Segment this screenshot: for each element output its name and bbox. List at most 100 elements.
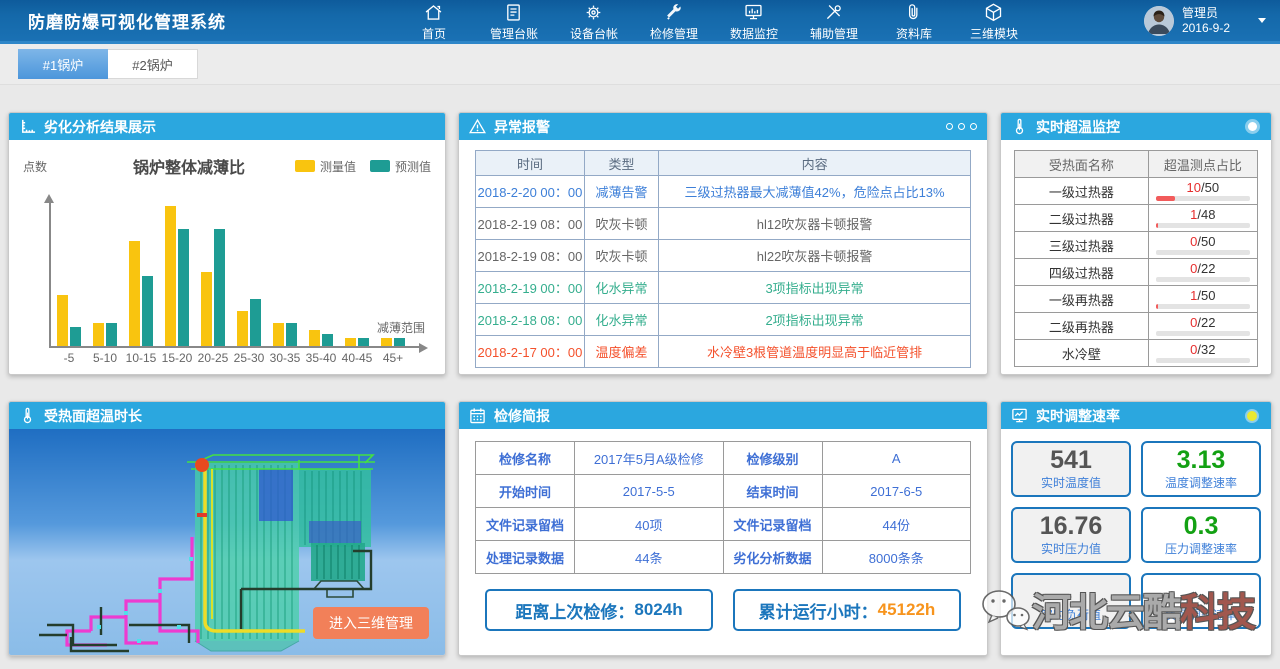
panel-alarms-header: 异常报警 [459, 113, 987, 140]
user-info[interactable]: 管理员 2016-9-2 [1144, 6, 1230, 36]
boiler-3d-view[interactable]: 进入三维管理 [9, 429, 445, 655]
rate-card-label: 实时压力值 [1041, 540, 1101, 557]
nav-item-5[interactable]: 辅助管理 [794, 0, 874, 42]
dot-icon[interactable] [970, 123, 977, 130]
x-tick-label: 10-15 [126, 351, 157, 365]
alarm-pagination-dots[interactable] [946, 123, 977, 130]
bar-group: 40-45 [345, 338, 369, 346]
maintenance-value: 40项 [575, 508, 724, 541]
rate-card-value: 541 [1050, 447, 1092, 473]
overtemp-row: 二级再热器0/22 [1015, 313, 1258, 340]
app-title: 防磨防爆可视化管理系统 [28, 8, 226, 33]
alarm-cell: 2018-2-18 08：00 [476, 304, 585, 336]
total-running-hours[interactable]: 累计运行小时：45122h [733, 589, 961, 631]
surface-name: 一级再热器 [1015, 286, 1149, 313]
chart-y-axis-title: 点数 [23, 158, 83, 175]
nav-item-2[interactable]: 设备台帐 [554, 0, 634, 42]
status-dot-icon[interactable] [1247, 411, 1257, 421]
surface-name: 一级过热器 [1015, 178, 1149, 205]
bar-group: 20-25 [201, 229, 225, 346]
alarm-cell: 3项指标出现异常 [659, 272, 971, 304]
legend-swatch [295, 160, 315, 172]
record-dot-icon[interactable] [1248, 122, 1257, 131]
alarm-cell: 化水异常 [584, 304, 658, 336]
nav-item-7[interactable]: 三维模块 [954, 0, 1034, 42]
alarm-cell: hl22吹灰器卡顿报警 [659, 240, 971, 272]
nav-item-3[interactable]: 检修管理 [634, 0, 714, 42]
alarm-cell: 2018-2-19 08：00 [476, 208, 585, 240]
overtemp-table-header: 受热面名称超温测点占比 [1015, 151, 1258, 178]
gear-icon [583, 2, 604, 23]
alarm-column-header: 内容 [659, 151, 971, 176]
bar-group: 10-15 [129, 241, 153, 346]
panel-abnormal-alarms: 异常报警 时间类型内容 2018-2-20 00：00减薄告警三级过热器最大减薄… [458, 112, 988, 375]
alarm-row[interactable]: 2018-2-19 08：00吹灰卡顿hl12吹灰器卡顿报警 [476, 208, 971, 240]
panel-title: 异常报警 [494, 117, 550, 137]
surface-name: 四级过热器 [1015, 259, 1149, 286]
overtemp-row: 水冷壁0/32 [1015, 340, 1258, 367]
overtemp-row: 三级过热器0/50 [1015, 232, 1258, 259]
panel-degradation-header: 劣化分析结果展示 [9, 113, 445, 140]
alarm-row[interactable]: 2018-2-19 08：00吹灰卡顿hl22吹灰器卡顿报警 [476, 240, 971, 272]
dot-icon[interactable] [958, 123, 965, 130]
x-tick-label: -5 [64, 351, 75, 365]
alarm-cell: 2018-2-20 00：00 [476, 176, 585, 208]
ledger-icon [503, 2, 524, 23]
bar [273, 323, 284, 346]
overtemp-progress-track [1156, 277, 1250, 282]
bar [129, 241, 140, 346]
nav-item-label: 三维模块 [970, 25, 1018, 42]
bar-group: 25-30 [237, 299, 261, 346]
overtemp-progress-track [1156, 331, 1250, 336]
legend-item: 测量值 [295, 158, 356, 175]
alarm-row[interactable]: 2018-2-17 00：00温度偏差水冷壁3根管道温度明显高于临近管排 [476, 336, 971, 368]
panel-maintenance-brief: 检修简报 检修名称2017年5月A级检修检修级别A开始时间2017-5-5结束时… [458, 401, 988, 656]
enter-3d-management-button[interactable]: 进入三维管理 [313, 607, 429, 639]
paperclip-icon [903, 2, 924, 23]
legend-item: 预测值 [370, 158, 431, 175]
chart-legend: 测量值预测值 [295, 158, 431, 175]
overtemp-column-header: 超温测点占比 [1148, 151, 1257, 178]
stat-label: 累计运行小时： [759, 598, 878, 623]
bar [201, 272, 212, 346]
surface-name: 二级再热器 [1015, 313, 1149, 340]
nav-item-4[interactable]: 数据监控 [714, 0, 794, 42]
maintenance-label: 检修名称 [476, 442, 575, 475]
bar [250, 299, 261, 346]
rate-card-label: 压力调整速率 [1165, 540, 1237, 557]
alarm-row[interactable]: 2018-2-18 08：00化水异常2项指标出现异常 [476, 304, 971, 336]
rate-card-label: 温度调整速率 [1165, 474, 1237, 491]
maintenance-value: 44条 [575, 541, 724, 574]
boiler-tab-strip: #1锅炉#2锅炉 [0, 44, 1280, 85]
hours-since-last-maintenance[interactable]: 距离上次检修：8024h [485, 589, 713, 631]
nav-item-6[interactable]: 资料库 [874, 0, 954, 42]
maintenance-label: 检修级别 [723, 442, 822, 475]
maintenance-label: 文件记录留档 [476, 508, 575, 541]
alarm-cell: 吹灰卡顿 [584, 208, 658, 240]
alarm-row[interactable]: 2018-2-20 00：00减薄告警三级过热器最大减薄值42%，危险点占比13… [476, 176, 971, 208]
bar [237, 311, 248, 346]
alarm-cell: 减薄告警 [584, 176, 658, 208]
overtemp-ratio: 0/22 [1148, 313, 1257, 340]
panel-3d-header: 受热面超温时长 [9, 402, 445, 429]
maintenance-value: A [822, 442, 971, 475]
maintenance-label: 开始时间 [476, 475, 575, 508]
nav-item-0[interactable]: 首页 [394, 0, 474, 42]
panel-degradation-analysis: 劣化分析结果展示 点数 锅炉整体减薄比 测量值预测值 减薄范围 -55-1010… [8, 112, 446, 375]
alarm-table-header: 时间类型内容 [476, 151, 971, 176]
x-tick-label: 15-20 [162, 351, 193, 365]
chevron-down-icon[interactable] [1258, 18, 1266, 23]
overtemp-ratio: 0/50 [1148, 232, 1257, 259]
overtemp-progress-track [1156, 304, 1250, 309]
bar [309, 330, 320, 346]
tab-boiler-2[interactable]: #2锅炉 [108, 49, 198, 79]
alarm-row[interactable]: 2018-2-19 00：00化水异常3项指标出现异常 [476, 272, 971, 304]
chart-x-axis-title: 减薄范围 [377, 319, 425, 336]
nav-item-label: 检修管理 [650, 25, 698, 42]
rate-card-label: 负荷调整速率 [1165, 606, 1237, 623]
tab-boiler-1[interactable]: #1锅炉 [18, 49, 108, 79]
nav-item-1[interactable]: 管理台账 [474, 0, 554, 42]
maintenance-stats: 距离上次检修：8024h 累计运行小时：45122h [475, 589, 971, 631]
dot-icon[interactable] [946, 123, 953, 130]
bar [358, 338, 369, 346]
